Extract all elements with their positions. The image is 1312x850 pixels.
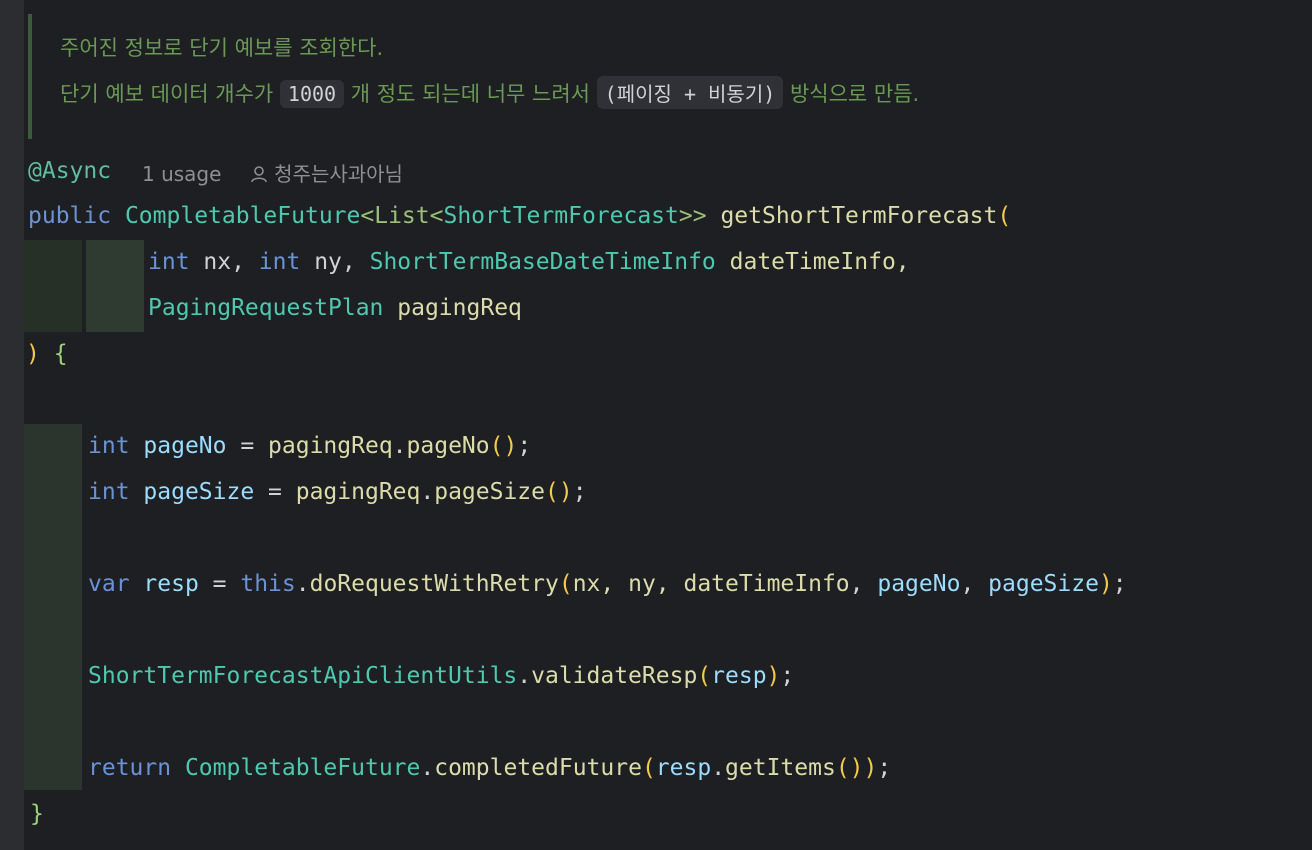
params-line-2: PagingRequestPlan pagingReq [148,295,522,321]
code-line-pageSize: int pageSize = pagingReq.pageSize(); [88,479,587,505]
paren: ( [697,663,712,689]
semicolon: ; [572,479,587,505]
keyword-this: this [240,571,296,597]
keyword-public: public [28,203,112,229]
dot: . [711,755,726,781]
semicolon: ; [1112,571,1127,597]
paren: ) [863,755,878,781]
keyword-var: var [88,571,130,597]
signature-close-line: ) { [26,341,68,367]
usage-count-link[interactable]: 1 usage [142,162,221,186]
dot: . [392,433,407,459]
javadoc-text: 개 정도 되는데 너무 느려서 [344,82,597,106]
paren: () [835,755,864,781]
javadoc-line-2: 단기 예보 데이터 개수가 1000 개 정도 되는데 너무 느려서 (페이징 … [60,76,919,109]
dot: . [420,755,435,781]
operator: = [198,571,241,597]
keyword-int: int [88,433,130,459]
closing-brace: } [30,801,44,827]
inline-code-chip: (페이징 + 비동기) [596,76,784,109]
code-line-validate: ShortTermForecastApiClientUtils.validate… [88,663,794,689]
var-pageSize[interactable]: pageSize [143,479,254,505]
keyword-int: int [148,249,190,275]
comma: , [849,571,878,597]
paren: ) [766,663,781,689]
generic-open: < [360,203,375,229]
method-name[interactable]: getShortTermForecast [720,203,997,229]
type-paging-request-plan[interactable]: PagingRequestPlan [148,295,383,321]
javadoc-block: 주어진 정보로 단기 예보를 조회한다. 단기 예보 데이터 개수가 1000 … [28,14,1312,139]
code-line-resp: var resp = this.doRequestWithRetry(nx, n… [88,571,1127,597]
paren: ) [26,341,40,367]
generic-open: < [429,203,444,229]
type-base-date-time-info[interactable]: ShortTermBaseDateTimeInfo [370,249,716,275]
arg-date-time-info[interactable]: dateTimeInfo [683,571,849,597]
type-api-client-utils[interactable]: ShortTermForecastApiClientUtils [88,663,517,689]
method-signature-line: public CompletableFuture<List<ShortTermF… [28,203,1011,229]
paren: () [489,433,518,459]
var-resp[interactable]: resp [143,571,198,597]
type-list[interactable]: List [374,203,429,229]
keyword-int: int [88,479,130,505]
paren: ( [641,755,656,781]
type-completable-future[interactable]: CompletableFuture [185,755,420,781]
arg-pageSize[interactable]: pageSize [988,571,1099,597]
args-nx-ny[interactable]: nx, ny, [573,571,684,597]
type-short-term-forecast[interactable]: ShortTermForecast [443,203,678,229]
javadoc-bar [28,14,32,139]
inline-code-chip: 1000 [279,80,345,108]
author-name[interactable]: 청주는사과아님 [274,162,403,186]
paren: ( [558,571,573,597]
operator: = [226,433,269,459]
param-date-time-info[interactable]: dateTimeInfo, [730,249,910,275]
javadoc-line-1: 주어진 정보로 단기 예보를 조회한다. [60,36,384,60]
ref-resp[interactable]: resp [656,755,711,781]
param-ny[interactable]: ny, [314,249,369,275]
code-line-return: return CompletableFuture.completedFuture… [88,755,891,781]
person-icon [250,166,267,183]
param-paging-req[interactable]: pagingReq [397,295,522,321]
call-completed-future[interactable]: completedFuture [434,755,642,781]
param-nx[interactable]: nx, [203,249,258,275]
code-editor[interactable]: 주어진 정보로 단기 예보를 조회한다. 단기 예보 데이터 개수가 1000 … [24,0,1312,850]
type-completable-future[interactable]: CompletableFuture [125,203,360,229]
ref-paging-req[interactable]: pagingReq [268,433,393,459]
javadoc-text: 방식으로 만듬. [783,82,920,106]
code-line-pageNo: int pageNo = pagingReq.pageNo(); [88,433,531,459]
semicolon: ; [877,755,892,781]
call-do-request-with-retry[interactable]: doRequestWithRetry [310,571,559,597]
ref-paging-req[interactable]: pagingReq [296,479,421,505]
var-pageNo[interactable]: pageNo [143,433,226,459]
indent-guide [24,424,82,790]
javadoc-text: 단기 예보 데이터 개수가 [60,82,280,106]
call-pageNo[interactable]: pageNo [407,433,490,459]
comma: , [960,571,989,597]
indent-guide [24,240,82,332]
semicolon: ; [780,663,795,689]
arg-resp[interactable]: resp [711,663,766,689]
dot: . [295,571,310,597]
dot: . [517,663,532,689]
annotation-async[interactable]: @Async [28,158,111,184]
dot: . [420,479,435,505]
call-validate-resp[interactable]: validateResp [531,663,697,689]
code-vision-hints: 1 usage 청주는사과아님 [142,158,403,187]
generic-close: >> [678,203,707,229]
indent-guide [86,240,144,332]
semicolon: ; [517,433,532,459]
keyword-int: int [258,249,301,275]
keyword-return: return [88,755,172,781]
paren: ( [997,203,1012,229]
call-get-items[interactable]: getItems [725,755,836,781]
operator: = [254,479,296,505]
editor-gutter [0,0,24,850]
brace: { [53,341,68,367]
paren: () [545,479,573,505]
call-pageSize[interactable]: pageSize [434,479,545,505]
arg-pageNo[interactable]: pageNo [877,571,960,597]
paren: ) [1098,571,1113,597]
params-line-1: int nx, int ny, ShortTermBaseDateTimeInf… [148,249,910,275]
